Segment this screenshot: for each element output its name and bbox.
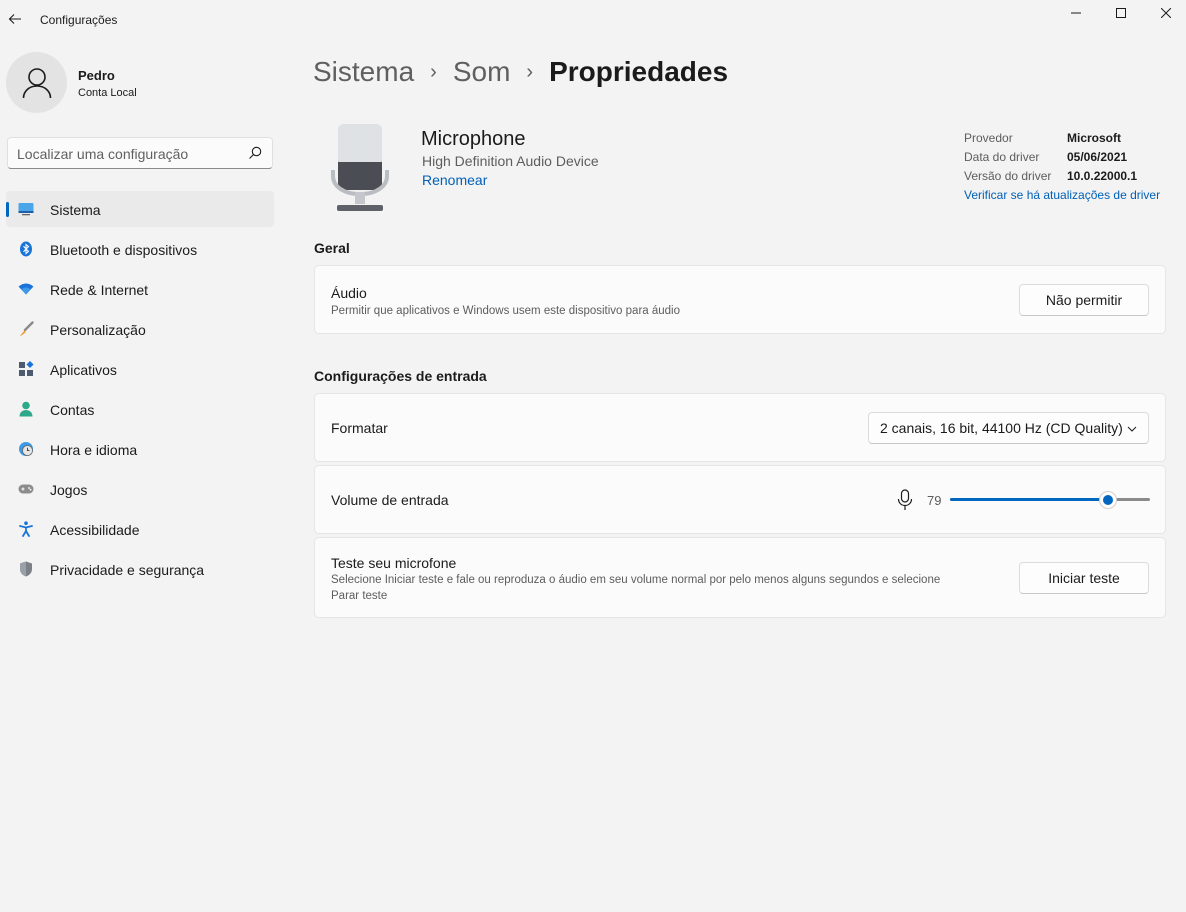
sidebar-item-label: Privacidade e segurança — [50, 562, 205, 578]
sidebar-item-aplicativos[interactable]: Aplicativos — [6, 351, 274, 387]
person-icon — [22, 67, 51, 98]
app-title: Configurações — [40, 13, 118, 27]
chevron-down-icon — [1127, 426, 1137, 432]
clock-globe-icon — [18, 441, 34, 457]
sidebar-item-label: Sistema — [50, 202, 101, 218]
device-name: Microphone — [421, 128, 526, 150]
section-title-entrada: Configurações de entrada — [314, 368, 487, 384]
user-name: Pedro — [78, 68, 115, 83]
minimize-icon — [1071, 12, 1081, 14]
user-profile[interactable]: Pedro Conta Local — [6, 52, 274, 114]
breadcrumb-separator: › — [526, 60, 534, 83]
sidebar-item-hora-idioma[interactable]: Hora e idioma — [6, 431, 274, 467]
driver-info-row: Provedor Microsoft — [964, 131, 1137, 150]
back-button[interactable] — [4, 8, 26, 30]
volume-title: Volume de entrada — [331, 492, 449, 508]
accounts-icon — [18, 401, 34, 417]
search-input[interactable] — [17, 144, 237, 164]
shield-icon — [18, 561, 34, 577]
breadcrumb-sistema[interactable]: Sistema — [313, 56, 414, 88]
sidebar-item-privacidade[interactable]: Privacidade e segurança — [6, 551, 274, 587]
search-icon[interactable] — [248, 146, 262, 160]
account-type: Conta Local — [78, 87, 137, 99]
breadcrumb: Sistema › Som › Propriedades — [313, 54, 728, 90]
audio-card: Áudio Permitir que aplicativos e Windows… — [314, 265, 1166, 334]
driver-info-value: Microsoft — [1067, 131, 1121, 145]
slider-fill — [950, 498, 1108, 501]
start-test-button[interactable]: Iniciar teste — [1019, 562, 1149, 594]
brush-icon — [18, 321, 34, 337]
audio-description: Permitir que aplicativos e Windows usem … — [331, 305, 680, 317]
sidebar-item-label: Bluetooth e dispositivos — [50, 242, 198, 258]
mic-test-card: Teste seu microfone Selecione Iniciar te… — [314, 537, 1166, 618]
sidebar-item-acessibilidade[interactable]: Acessibilidade — [6, 511, 274, 547]
mic-test-description: Selecione Iniciar teste e fale ou reprod… — [331, 572, 940, 604]
mic-test-title: Teste seu microfone — [331, 555, 457, 571]
sidebar-item-contas[interactable]: Contas — [6, 391, 274, 427]
sidebar-item-sistema[interactable]: Sistema — [6, 191, 274, 227]
close-button[interactable] — [1143, 0, 1186, 26]
driver-info-value: 10.0.22000.1 — [1067, 169, 1138, 183]
arrow-left-icon — [8, 14, 21, 24]
wifi-icon — [18, 281, 34, 297]
breadcrumb-separator: › — [430, 60, 437, 83]
sidebar-item-label: Contas — [50, 402, 95, 418]
check-driver-updates-link[interactable]: Verificar se há atualizações de driver — [964, 188, 1160, 202]
accessibility-icon — [18, 521, 34, 537]
device-description: High Definition Audio Device — [422, 153, 599, 169]
sidebar-item-rede[interactable]: Rede & Internet — [6, 271, 274, 307]
sidebar-item-label: Jogos — [50, 482, 88, 498]
driver-info: Provedor Microsoft Data do driver 05/06/… — [964, 131, 1137, 188]
slider-thumb[interactable] — [1099, 491, 1117, 509]
audio-title: Áudio — [331, 285, 367, 301]
bluetooth-icon — [18, 241, 34, 257]
format-title: Formatar — [331, 420, 388, 436]
sidebar-item-jogos[interactable]: Jogos — [6, 471, 274, 507]
volume-value: 79 — [927, 493, 942, 508]
volume-card: Volume de entrada 79 — [314, 465, 1166, 534]
sidebar-item-label: Hora e idioma — [50, 442, 138, 458]
volume-slider[interactable] — [950, 491, 1150, 509]
maximize-button[interactable] — [1098, 0, 1144, 26]
driver-info-key: Data do driver — [964, 150, 1040, 164]
section-title-geral: Geral — [314, 240, 350, 256]
driver-info-row: Versão do driver 10.0.22000.1 — [964, 169, 1137, 188]
mic-test-description-line: Parar teste — [331, 590, 388, 602]
format-select[interactable]: 2 canais, 16 bit, 44100 Hz (CD Quality) — [868, 412, 1149, 444]
sidebar-item-personalizacao[interactable]: Personalização — [6, 311, 274, 347]
title-bar: Configurações — [0, 0, 1186, 40]
mic-test-description-line: Selecione Iniciar teste e fale ou reprod… — [331, 574, 941, 586]
gamepad-icon — [18, 481, 34, 497]
format-card: Formatar 2 canais, 16 bit, 44100 Hz (CD … — [314, 393, 1166, 462]
driver-info-value: 05/06/2021 — [1067, 150, 1128, 164]
sidebar-item-bluetooth[interactable]: Bluetooth e dispositivos — [6, 231, 274, 267]
sidebar-item-label: Personalização — [50, 322, 146, 338]
close-icon — [1161, 8, 1171, 18]
rename-link[interactable]: Renomear — [422, 172, 487, 188]
slider-thumb-center — [1103, 495, 1113, 505]
disallow-button[interactable]: Não permitir — [1019, 284, 1149, 316]
sidebar-item-label: Rede & Internet — [50, 282, 149, 298]
maximize-icon — [1116, 8, 1126, 18]
driver-info-key: Versão do driver — [964, 169, 1052, 183]
avatar — [6, 52, 67, 113]
sidebar-item-label: Acessibilidade — [50, 522, 140, 538]
driver-info-key: Provedor — [964, 131, 1013, 145]
system-icon — [18, 201, 34, 217]
page-title: Propriedades — [549, 56, 729, 87]
minimize-button[interactable] — [1053, 0, 1099, 26]
sidebar-item-label: Aplicativos — [50, 362, 117, 378]
settings-search — [7, 137, 273, 169]
driver-info-row: Data do driver 05/06/2021 — [964, 150, 1137, 169]
apps-icon — [18, 361, 34, 377]
breadcrumb-som[interactable]: Som — [453, 56, 511, 88]
sidebar-nav: Sistema Bluetooth e dispositivos Rede & … — [6, 191, 274, 591]
microphone-icon — [331, 124, 389, 211]
format-select-value: 2 canais, 16 bit, 44100 Hz (CD Quality) — [880, 420, 1123, 436]
active-indicator — [6, 202, 9, 217]
microphone-icon[interactable] — [897, 489, 913, 511]
